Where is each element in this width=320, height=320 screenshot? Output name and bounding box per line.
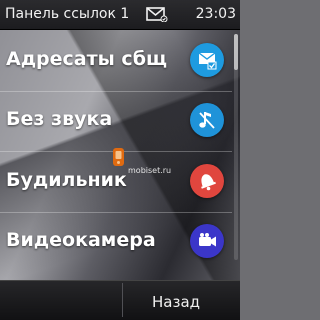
alarm-bell-icon <box>190 164 224 198</box>
status-bar: Панель ссылок 1 23:03 <box>0 0 240 30</box>
list-item-label: Видеокамера <box>6 229 156 251</box>
envelope-icon <box>146 7 168 23</box>
softkey-bar: Назад <box>0 280 240 320</box>
list-item-label: Будильник <box>6 169 127 191</box>
scrollbar[interactable] <box>234 34 238 260</box>
message-contacts-icon <box>190 43 224 77</box>
watermark-logo <box>111 147 127 167</box>
watermark-text: mobiset.ru <box>128 166 172 175</box>
back-button[interactable]: Назад <box>152 293 200 311</box>
page-title: Панель ссылок 1 <box>5 6 130 22</box>
scrollbar-thumb[interactable] <box>234 34 238 70</box>
list-item-label: Адресаты сбщ <box>6 48 167 70</box>
list-item-silent[interactable]: Без звука <box>0 91 232 151</box>
clock: 23:03 <box>195 6 236 22</box>
softkey-separator <box>122 283 123 317</box>
list-item-video-camera[interactable]: Видеокамера <box>0 212 232 272</box>
list-item-label: Без звука <box>6 108 113 130</box>
silent-note-icon <box>190 103 224 137</box>
list-item-message-contacts[interactable]: Адресаты сбщ <box>0 31 232 91</box>
video-camera-icon <box>190 224 224 258</box>
